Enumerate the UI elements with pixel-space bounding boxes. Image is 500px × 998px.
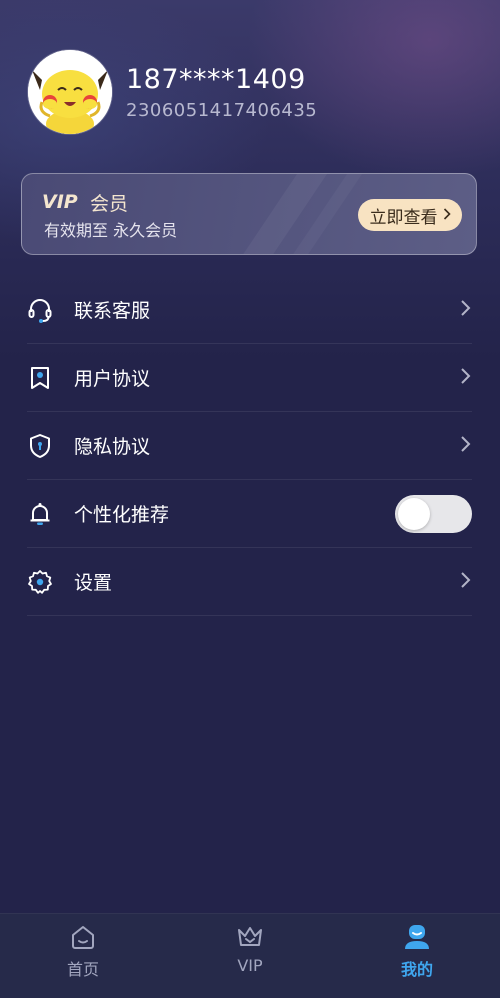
- menu-item-settings[interactable]: 设置: [27, 548, 472, 616]
- headset-icon: [27, 297, 53, 323]
- toggle-knob: [398, 498, 430, 530]
- crown-icon: [236, 922, 264, 952]
- chevron-right-icon: [443, 206, 451, 224]
- chevron-right-icon: [460, 434, 472, 458]
- view-now-button[interactable]: 立即查看: [358, 199, 462, 231]
- tab-mine[interactable]: 我的: [334, 914, 500, 998]
- tab-label: 首页: [66, 960, 99, 979]
- settings-menu: 联系客服 用户协议 隐私协议 个性化推荐 设置: [27, 276, 472, 616]
- card-decoration: [243, 174, 362, 254]
- svg-text:VIP: VIP: [42, 191, 78, 211]
- vip-title: 会员: [90, 193, 129, 215]
- home-icon: [69, 922, 97, 952]
- tab-home[interactable]: 首页: [0, 914, 166, 998]
- chevron-right-icon: [460, 366, 472, 390]
- user-id: 2306051417406435: [126, 100, 318, 121]
- gear-icon: [27, 569, 53, 595]
- menu-item-label: 用户协议: [74, 368, 151, 390]
- personalized-recommendation-toggle[interactable]: [395, 495, 472, 533]
- vip-card[interactable]: VIP 会员 有效期至 永久会员 立即查看: [21, 173, 477, 255]
- menu-item-label: 个性化推荐: [74, 504, 170, 526]
- vip-validity: 有效期至 永久会员: [44, 221, 178, 240]
- tab-label: VIP: [237, 956, 263, 975]
- menu-item-label: 设置: [74, 572, 113, 594]
- shield-icon: [27, 433, 53, 459]
- tab-label: 我的: [400, 960, 433, 979]
- menu-item-label: 隐私协议: [74, 436, 151, 458]
- chevron-right-icon: [460, 298, 472, 322]
- bottom-tab-bar: 首页 VIP 我的: [0, 913, 500, 998]
- vip-badge: VIP: [42, 191, 86, 215]
- phone-number: 187****1409: [126, 64, 306, 95]
- menu-item-user-agreement[interactable]: 用户协议: [27, 344, 472, 412]
- menu-item-personalized-recommendation: 个性化推荐: [27, 480, 472, 548]
- tab-vip[interactable]: VIP: [167, 914, 333, 998]
- profile-icon: [403, 922, 431, 952]
- menu-item-label: 联系客服: [74, 300, 151, 322]
- view-now-label: 立即查看: [369, 207, 438, 228]
- bell-icon: [27, 501, 53, 527]
- avatar[interactable]: [28, 50, 112, 134]
- pikachu-avatar-image: [28, 50, 112, 134]
- menu-item-customer-service[interactable]: 联系客服: [27, 276, 472, 344]
- menu-item-privacy-policy[interactable]: 隐私协议: [27, 412, 472, 480]
- chevron-right-icon: [460, 570, 472, 594]
- bookmark-badge-icon: [27, 365, 53, 391]
